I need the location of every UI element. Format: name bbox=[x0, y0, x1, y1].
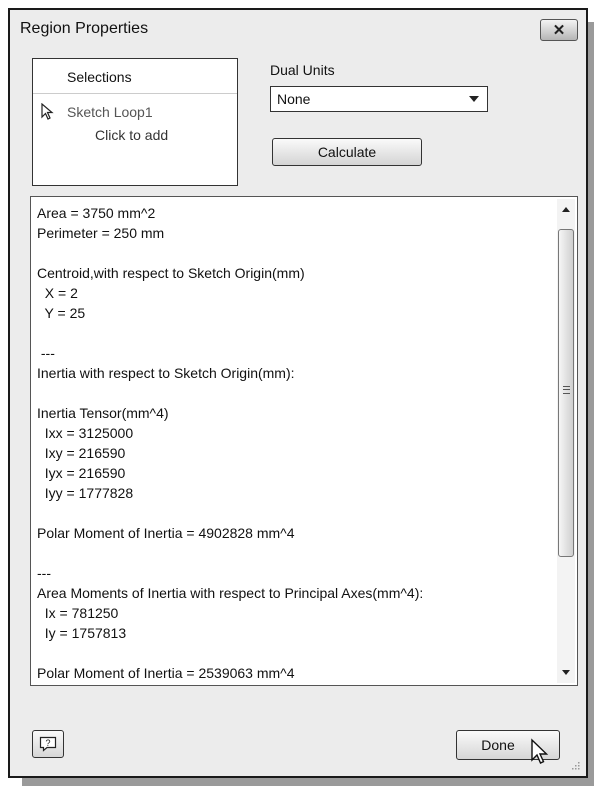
selection-item[interactable]: Sketch Loop1 bbox=[41, 103, 153, 121]
selections-header-label: Selections bbox=[67, 69, 132, 85]
help-icon: ? bbox=[39, 736, 57, 752]
selections-panel[interactable]: Selections Sketch Loop1 Click to add bbox=[32, 58, 238, 186]
result-line: Iyy = 1777828 bbox=[37, 485, 134, 501]
result-line bbox=[37, 383, 547, 403]
dual-units-select[interactable]: None bbox=[270, 86, 488, 112]
result-line: Ixy = 216590 bbox=[37, 445, 126, 461]
result-line: Centroid,with respect to Sketch Origin(m… bbox=[37, 265, 305, 281]
result-line: Y = 25 bbox=[37, 305, 86, 321]
chevron-down-icon bbox=[469, 96, 479, 102]
results-text-area[interactable]: Area = 3750 mm^2 Perimeter = 250 mm Centro… bbox=[30, 196, 578, 686]
result-line: Area Moments of Inertia with respect to … bbox=[37, 585, 424, 601]
result-line: Polar Moment of Inertia = 2539063 mm^4 bbox=[37, 665, 295, 681]
click-to-add-label[interactable]: Click to add bbox=[95, 127, 168, 143]
result-line: Inertia with respect to Sketch Origin(mm… bbox=[37, 365, 295, 381]
result-line bbox=[37, 543, 547, 563]
result-line bbox=[37, 503, 547, 523]
result-line: --- bbox=[37, 345, 55, 361]
results-content: Area = 3750 mm^2 Perimeter = 250 mm Centro… bbox=[37, 203, 547, 683]
selection-item-label: Sketch Loop1 bbox=[67, 104, 153, 120]
close-icon: ✕ bbox=[552, 22, 566, 39]
dual-units-value: None bbox=[277, 91, 311, 107]
grip-icon bbox=[563, 386, 570, 394]
dual-units-label: Dual Units bbox=[270, 62, 335, 78]
vertical-scrollbar[interactable] bbox=[557, 199, 575, 683]
help-button[interactable]: ? bbox=[32, 730, 64, 758]
result-line: Ixx = 3125000 bbox=[37, 425, 134, 441]
calculate-button[interactable]: Calculate bbox=[272, 138, 422, 166]
resize-grip-icon[interactable] bbox=[570, 760, 580, 770]
result-line bbox=[37, 643, 547, 663]
selections-header: Selections bbox=[33, 59, 237, 94]
result-line bbox=[37, 243, 547, 263]
region-properties-dialog: Region Properties ✕ Selections Sketch Lo… bbox=[8, 8, 588, 778]
mouse-pointer-icon bbox=[41, 103, 54, 120]
scroll-down-icon[interactable] bbox=[562, 670, 570, 675]
result-line: Iyx = 216590 bbox=[37, 465, 126, 481]
result-line: Ix = 781250 bbox=[37, 605, 119, 621]
result-line: Perimeter = 250 mm bbox=[37, 225, 165, 241]
close-button[interactable]: ✕ bbox=[540, 19, 578, 41]
result-line: Polar Moment of Inertia = 4902828 mm^4 bbox=[37, 525, 295, 541]
svg-text:?: ? bbox=[45, 738, 50, 748]
dialog-title: Region Properties bbox=[20, 20, 149, 37]
scroll-up-icon[interactable] bbox=[562, 207, 570, 212]
result-line: --- bbox=[37, 565, 51, 581]
result-line: Inertia Tensor(mm^4) bbox=[37, 405, 169, 421]
result-line: Iy = 1757813 bbox=[37, 625, 127, 641]
mouse-pointer-icon bbox=[531, 738, 549, 764]
result-line bbox=[37, 323, 547, 343]
result-line: X = 2 bbox=[37, 285, 78, 301]
title-bar: Region Properties ✕ bbox=[10, 10, 586, 46]
result-line: Area = 3750 mm^2 bbox=[37, 205, 156, 221]
scroll-thumb[interactable] bbox=[558, 229, 574, 557]
